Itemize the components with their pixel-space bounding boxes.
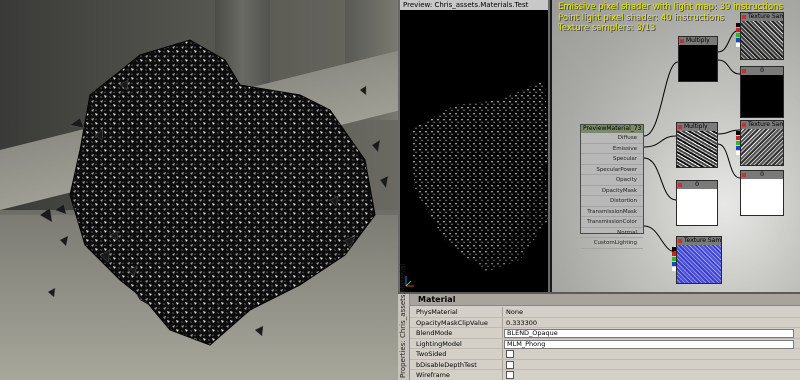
texture-sample-1-header: Texture Sample — [741, 13, 783, 21]
material-input[interactable]: TransmissionColor — [581, 217, 643, 228]
properties-panel: Properties: Chris_assets.Material Materi… — [398, 264, 800, 380]
properties-rows: PhysMaterial None OpacityMaskClipValue 0… — [410, 307, 800, 380]
properties-category-title[interactable]: Material — [410, 294, 800, 306]
two-sided-checkbox[interactable] — [506, 350, 514, 358]
material-input[interactable]: CustomLighting — [581, 238, 643, 249]
constant-1-header: 0 — [741, 67, 783, 75]
multiply-1-header: Multiply — [679, 37, 717, 45]
property-value[interactable]: None — [504, 307, 794, 317]
material-input[interactable]: TransmissionMask — [581, 207, 643, 217]
material-input[interactable]: Distortion — [581, 196, 643, 207]
constant-node-2[interactable]: 0 — [676, 180, 718, 226]
texture-sample-2-header: Texture Sample — [741, 121, 783, 129]
property-divider — [502, 370, 503, 380]
material-node-header: PreviewMaterial_73 — [581, 125, 643, 133]
property-row-disable-depth-test[interactable]: bDisableDepthTest — [410, 359, 800, 370]
scene-viewport[interactable] — [0, 0, 398, 380]
material-input[interactable]: Diffuse — [581, 133, 643, 144]
multiply-2-thumb — [677, 131, 717, 167]
property-divider — [502, 328, 503, 338]
property-name: TwoSided — [416, 350, 447, 358]
material-node-graph[interactable]: Emissive pixel shader with light map: 39… — [552, 0, 800, 292]
property-name: bDisableDepthTest — [416, 360, 477, 369]
texture-sample-2-pins — [736, 131, 740, 156]
property-row-two-sided[interactable]: TwoSided — [410, 349, 800, 360]
unreal-material-editor: Preview: Chris_assets.Materials.Test Emi… — [0, 0, 800, 380]
property-row-opacity-mask-clip[interactable]: OpacityMaskClipValue 0.333300 — [410, 317, 800, 328]
property-divider — [502, 349, 503, 359]
lighting-model-dropdown[interactable]: MLM_Phong — [504, 339, 794, 349]
property-divider — [502, 338, 503, 349]
material-input[interactable]: OpacityMask — [581, 186, 643, 196]
texture-sample-2-thumb — [741, 129, 783, 165]
property-row-physmaterial[interactable]: PhysMaterial None — [410, 307, 800, 318]
property-row-blend-mode[interactable]: BlendMode BLEND_Opaque — [410, 328, 800, 339]
axis-gizmo — [405, 276, 414, 287]
properties-side-tab[interactable]: Properties: Chris_assets.Material — [398, 264, 410, 380]
property-divider — [502, 359, 503, 370]
constant-3-header: 0 — [741, 171, 783, 179]
wireframe-checkbox[interactable] — [506, 371, 514, 379]
preview-panel[interactable]: Preview: Chris_assets.Materials.Test — [398, 0, 550, 292]
material-inputs: Diffuse Emissive Specular SpecularPower … — [581, 133, 643, 249]
texture-sample-3-thumb — [677, 245, 721, 283]
multiply-node-2[interactable]: Multiply — [676, 122, 718, 168]
texture-sample-node-3[interactable]: Texture Sample — [672, 236, 722, 284]
texture-sample-node-2[interactable]: Texture Sample — [736, 120, 784, 166]
multiply-node-1[interactable]: Multiply — [678, 36, 718, 82]
constant-node-1[interactable]: 0 — [740, 66, 784, 118]
property-name: BlendMode — [416, 329, 453, 337]
property-name: LightingModel — [416, 339, 462, 348]
material-input[interactable]: Emissive — [581, 144, 643, 154]
disable-depth-test-checkbox[interactable] — [506, 360, 514, 369]
rock-mesh — [39, 39, 389, 346]
property-name: OpacityMaskClipValue — [416, 318, 488, 327]
property-divider — [502, 307, 503, 317]
property-name: PhysMaterial — [416, 308, 458, 316]
constant-2-header: 0 — [677, 181, 717, 189]
constant-node-3[interactable]: 0 — [740, 170, 784, 216]
property-row-wireframe[interactable]: Wireframe — [410, 370, 800, 380]
material-input[interactable]: Normal — [581, 228, 643, 238]
texture-sample-3-header: Texture Sample — [677, 237, 721, 245]
texture-sample-1-pins — [736, 23, 740, 48]
texture-sample-1-thumb — [741, 21, 783, 59]
preview-render — [405, 80, 548, 287]
preview-title: Preview: Chris_assets.Materials.Test — [400, 0, 548, 10]
material-input[interactable]: Opacity — [581, 175, 643, 186]
texture-sample-3-pins — [672, 247, 676, 272]
property-row-lighting-model[interactable]: LightingModel MLM_Phong — [410, 338, 800, 349]
property-name: Wireframe — [416, 371, 450, 379]
material-input[interactable]: Specular — [581, 154, 643, 165]
property-divider — [502, 317, 503, 328]
material-output-node[interactable]: PreviewMaterial_73 Diffuse Emissive Spec… — [580, 124, 644, 249]
texture-sample-node-1[interactable]: Texture Sample — [736, 12, 784, 60]
property-value[interactable]: 0.333300 — [504, 318, 794, 328]
blend-mode-dropdown[interactable]: BLEND_Opaque — [504, 329, 794, 338]
multiply-2-header: Multiply — [677, 123, 717, 131]
material-input[interactable]: SpecularPower — [581, 165, 643, 175]
properties-side-tab-label: Properties: Chris_assets.Material — [399, 263, 407, 378]
